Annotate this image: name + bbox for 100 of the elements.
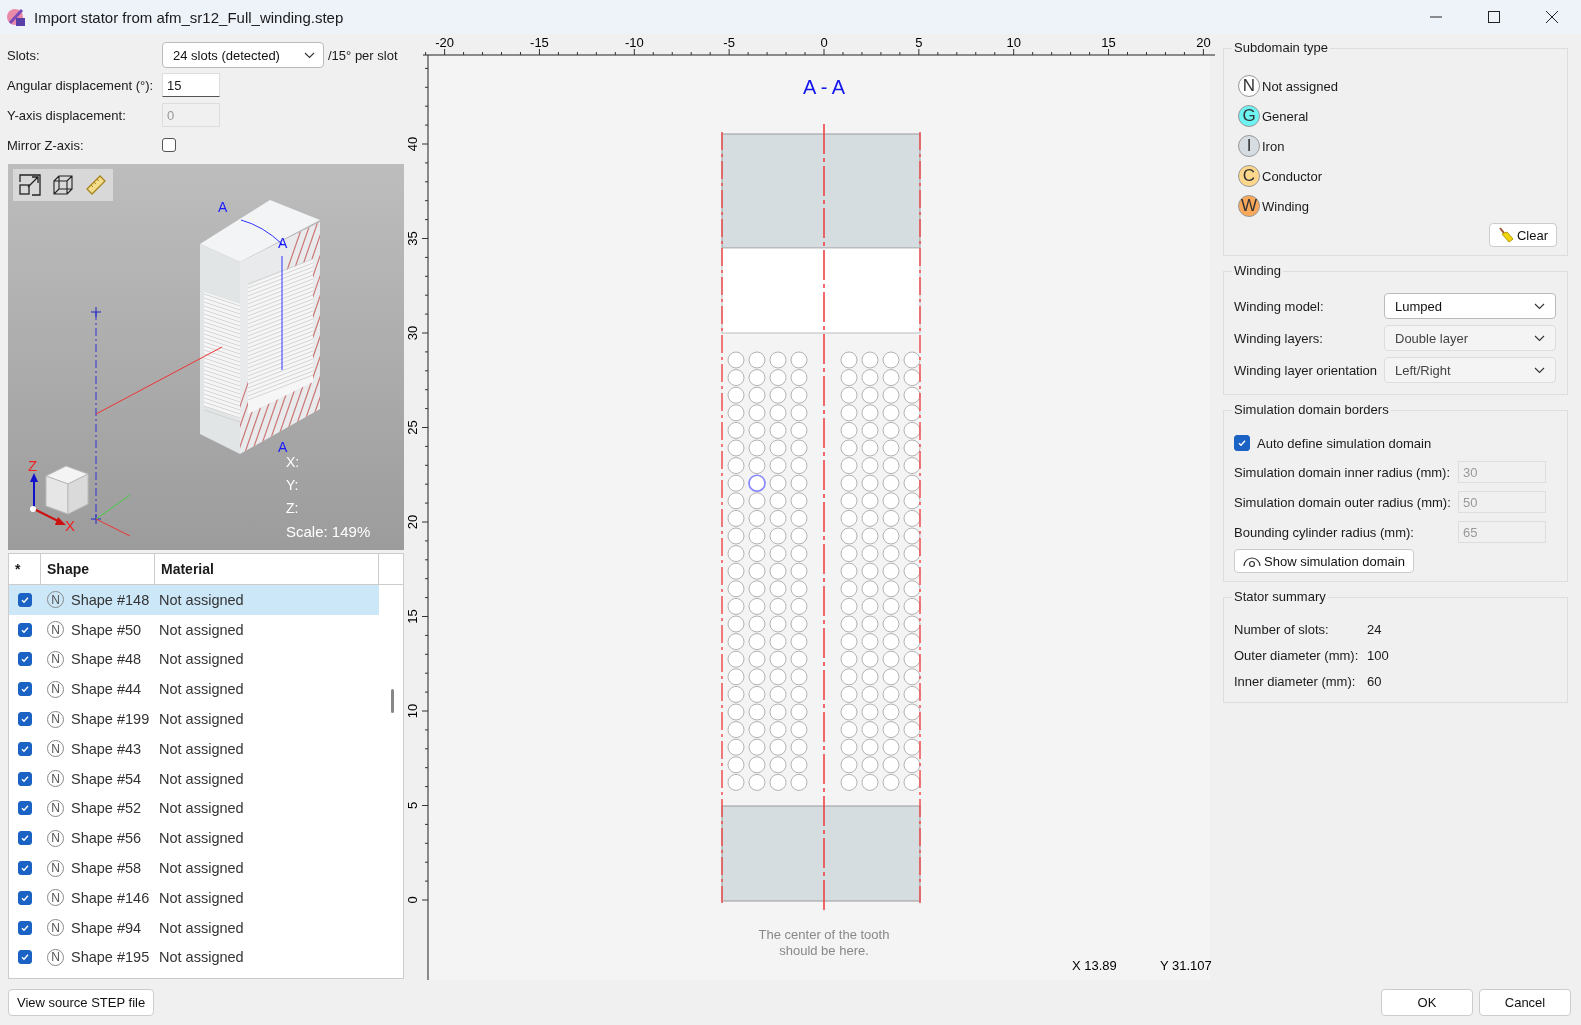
ruler-label: 5 (915, 35, 923, 50)
subdomain-label[interactable]: General (1262, 108, 1309, 124)
ruler-label: -20 (435, 35, 454, 50)
summary-label: Inner diameter (mm): (1234, 673, 1357, 689)
group-title: Simulation domain borders (1232, 402, 1391, 417)
table-cell: Shape #148 (71, 591, 150, 608)
checkbox[interactable] (18, 890, 32, 905)
checkmark-icon (1236, 437, 1248, 449)
table-cell-text: Not assigned (158, 949, 245, 966)
table-cell-text: Not assigned (158, 651, 245, 668)
checkbox[interactable] (18, 682, 32, 697)
ruler-label: 30 (405, 325, 420, 341)
table-row[interactable]: N Shape #195 Not assigned (9, 942, 379, 973)
cancel-button[interactable]: Cancel (1479, 989, 1571, 1016)
wireframe-cube-icon[interactable] (50, 172, 76, 198)
checkbox[interactable] (18, 712, 32, 727)
checkbox[interactable] (18, 592, 32, 607)
subdomain-symbol[interactable]: I (1238, 135, 1260, 157)
table-cell-text: Not assigned (158, 681, 245, 698)
axis-label: X (65, 517, 75, 534)
clear-button[interactable]: Clear (1488, 223, 1557, 247)
field-label: Winding layers: (1234, 330, 1324, 346)
dropdown[interactable]: Lumped (1384, 293, 1556, 319)
ruler-label: 10 (1006, 35, 1021, 50)
table-row[interactable]: N Shape #43 Not assigned (9, 734, 379, 764)
subdomain-label[interactable]: Conductor (1262, 168, 1322, 184)
subdomain-symbol[interactable]: N (1238, 75, 1260, 97)
scrollbar-thumb[interactable] (391, 689, 394, 713)
subdomain-symbol[interactable]: W (1238, 195, 1260, 217)
input-field[interactable]: 15 (162, 73, 220, 97)
checkbox[interactable] (18, 831, 32, 846)
table-row[interactable]: N Shape #54 Not assigned (9, 763, 379, 794)
subdomain-symbol[interactable]: G (1238, 105, 1260, 127)
coordinate-label: X: (286, 454, 300, 470)
table-cell: Shape #50 (71, 621, 142, 638)
checkbox[interactable] (18, 950, 32, 965)
zoom-fit-icon[interactable] (16, 172, 43, 198)
table-row[interactable]: N Shape #58 Not assigned (9, 853, 379, 883)
checkbox[interactable] (18, 741, 32, 756)
table-row[interactable]: N Shape #94 Not assigned (9, 912, 379, 943)
table-cell-text: Not assigned (158, 711, 245, 728)
table-cell: Shape #146 (71, 889, 150, 906)
checkbox[interactable] (18, 861, 32, 876)
summary-value: 100 (1367, 647, 1389, 663)
table-row[interactable]: N Shape #52 Not assigned (9, 793, 379, 824)
ruler-label: -15 (530, 35, 549, 50)
coordinate-label: Z: (286, 500, 299, 516)
column-header[interactable]: * (9, 554, 41, 584)
hint-text: The center of the tooth should be here. (758, 927, 890, 958)
coordinate-label: Y: (286, 477, 299, 493)
group-title: Stator summary (1232, 589, 1328, 604)
minimize-icon (1430, 16, 1442, 18)
chevron-down-icon (1534, 334, 1545, 342)
checkbox[interactable] (18, 920, 32, 935)
maximize-icon (1488, 11, 1500, 23)
subdomain-label[interactable]: Winding (1262, 198, 1309, 214)
ruler-label: 15 (1101, 35, 1116, 50)
table-cell-text: Not assigned (158, 860, 245, 877)
checkbox[interactable] (18, 652, 32, 667)
checkbox[interactable] (18, 622, 32, 637)
table-row[interactable]: N Shape #56 Not assigned (9, 823, 379, 854)
summary-value: 24 (1367, 621, 1382, 637)
subdomain-label[interactable]: Not assigned (1262, 78, 1338, 94)
table-row[interactable]: N Shape #50 Not assigned (9, 614, 379, 645)
ruler-label: -5 (723, 35, 735, 50)
chevron-down-icon (1534, 302, 1545, 310)
view-source-button[interactable]: View source STEP file (8, 989, 155, 1016)
chevron-down-icon (304, 51, 315, 59)
ruler-label: 20 (405, 514, 420, 530)
table-row[interactable]: N Shape #148 Not assigned (9, 585, 379, 615)
show-simulation-domain-button[interactable]: Show simulation domain (1234, 549, 1414, 573)
ruler-label: 10 (405, 703, 420, 719)
table-cell-text: Not assigned (158, 830, 245, 847)
table-row[interactable]: N Shape #48 Not assigned (9, 644, 379, 675)
column-header[interactable]: Shape (41, 554, 155, 584)
ruler-label: 0 (820, 35, 828, 50)
subdomain-label[interactable]: Iron (1262, 138, 1285, 154)
column-header[interactable]: Material (155, 554, 379, 584)
slots-dropdown[interactable]: 24 slots (detected) (162, 42, 324, 68)
section-title: A - A (802, 76, 846, 98)
table-row[interactable]: N Shape #199 Not assigned (9, 704, 379, 734)
table-row[interactable]: N Shape #44 Not assigned (9, 674, 379, 705)
broom-icon (1497, 227, 1514, 243)
section-label: A (218, 199, 228, 215)
checkbox[interactable] (18, 771, 32, 786)
ruler-label: 35 (405, 231, 420, 246)
group-title: Subdomain type (1232, 40, 1330, 55)
ok-button[interactable]: OK (1381, 989, 1473, 1016)
table-row[interactable]: N Shape #146 Not assigned (9, 882, 379, 913)
summary-value: 60 (1367, 673, 1382, 689)
checkbox-label[interactable]: Auto define simulation domain (1257, 435, 1432, 451)
table-cell-text: Not assigned (158, 889, 245, 906)
table-cell-text: Not assigned (158, 800, 245, 817)
checkbox[interactable] (162, 138, 176, 152)
3d-viewer[interactable]: A A A Z X X: Y: Z: Scale: 149% (8, 164, 404, 550)
checkbox[interactable] (1234, 435, 1250, 451)
checkbox[interactable] (18, 801, 32, 816)
subdomain-symbol[interactable]: C (1238, 165, 1260, 187)
group-title: Winding (1232, 263, 1283, 278)
window-title: Import stator from afm_sr12_Full_winding.step (34, 8, 344, 26)
